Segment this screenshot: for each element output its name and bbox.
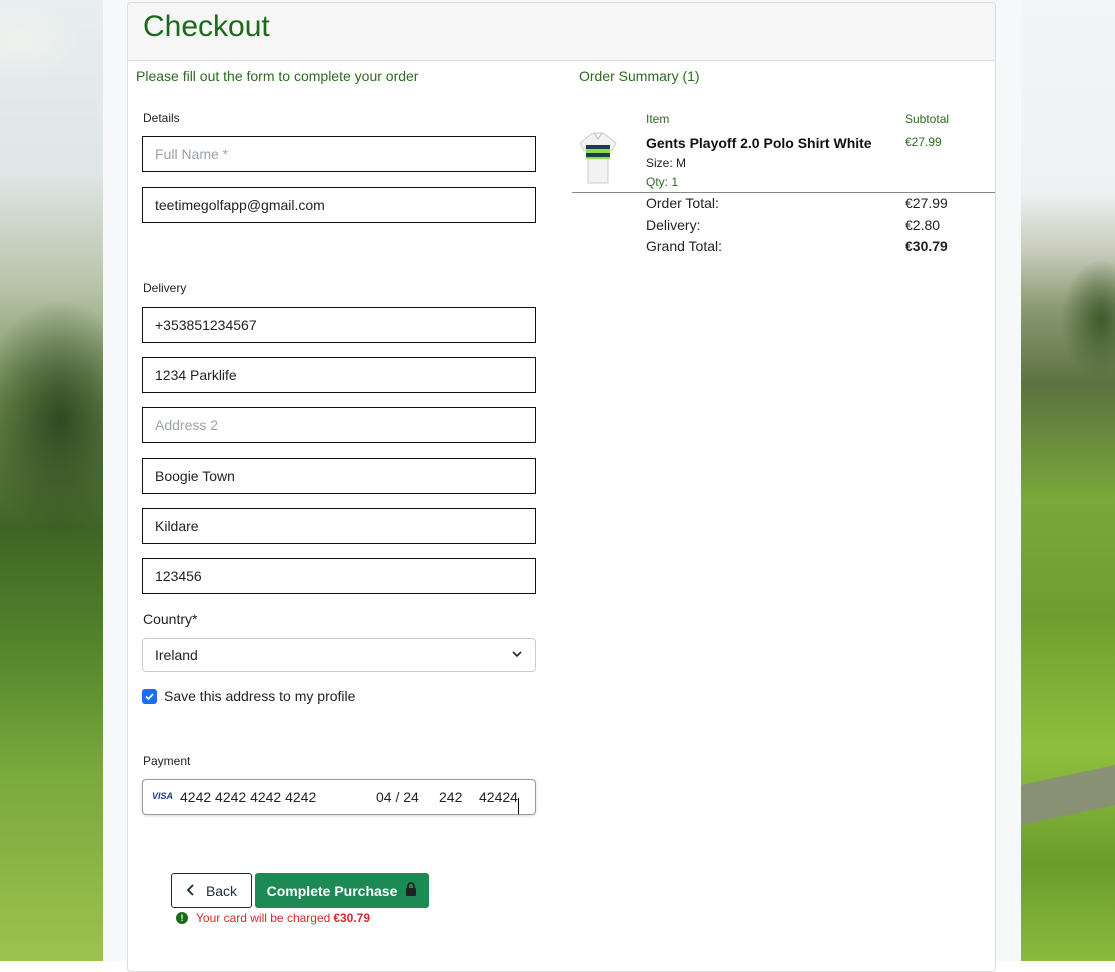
- charge-note: ! Your card will be charged €30.79: [176, 911, 370, 925]
- delivery-cost-label: Delivery:: [646, 217, 701, 233]
- alert-icon: !: [176, 912, 188, 924]
- address1-field[interactable]: 1234 Parklife: [142, 357, 536, 393]
- summary-subtotal-header: Subtotal: [905, 112, 950, 126]
- chevron-left-icon: [186, 883, 196, 899]
- card-zip[interactable]: 42424: [479, 789, 519, 814]
- county-field[interactable]: Kildare: [142, 508, 536, 544]
- delivery-cost-value: €2.80: [905, 217, 941, 233]
- summary-divider: [572, 192, 995, 193]
- product-qty: Qty: 1: [646, 175, 679, 189]
- check-icon: [145, 692, 154, 700]
- product-subtotal: €27.99: [905, 135, 942, 149]
- background-scenery-right: [1021, 0, 1115, 961]
- order-summary-title: Order Summary (1): [579, 68, 700, 84]
- charge-note-text: Your card will be charged: [196, 911, 331, 925]
- postcode-field[interactable]: 123456: [142, 558, 536, 594]
- town-field[interactable]: Boogie Town: [142, 458, 536, 494]
- phone-field[interactable]: +353851234567: [142, 307, 536, 343]
- summary-item-header: Item: [646, 112, 670, 126]
- email-field[interactable]: teetimegolfapp@gmail.com: [142, 187, 536, 223]
- complete-purchase-label: Complete Purchase: [266, 882, 398, 899]
- background-scenery-left: [0, 0, 103, 961]
- product-name: Gents Playoff 2.0 Polo Shirt White: [646, 135, 872, 151]
- complete-purchase-button[interactable]: Complete Purchase: [255, 873, 429, 908]
- chevron-down-icon: [511, 647, 523, 663]
- details-section-label: Details: [143, 111, 180, 125]
- card-header: Checkout: [128, 3, 995, 61]
- card-expiry[interactable]: 04 / 24: [376, 789, 419, 805]
- card-input[interactable]: VISA 4242 4242 4242 4242 04 / 24 242 424…: [142, 779, 536, 815]
- form-intro-text: Please fill out the form to complete you…: [136, 68, 419, 84]
- grand-total-value: €30.79: [905, 238, 948, 254]
- order-total-label: Order Total:: [646, 195, 719, 211]
- charge-amount: €30.79: [333, 911, 371, 925]
- delivery-section-label: Delivery: [143, 281, 187, 295]
- order-total-value: €27.99: [905, 195, 948, 211]
- country-value: Ireland: [155, 647, 198, 663]
- back-button[interactable]: Back: [171, 873, 252, 908]
- save-address-checkbox[interactable]: [142, 688, 157, 704]
- address2-field[interactable]: Address 2: [142, 407, 536, 443]
- product-image: [578, 131, 618, 185]
- visa-icon: VISA: [152, 791, 174, 801]
- grand-total-label: Grand Total:: [646, 238, 723, 254]
- save-address-row: Save this address to my profile: [142, 688, 355, 704]
- card-number[interactable]: 4242 4242 4242 4242: [180, 789, 316, 805]
- save-address-label: Save this address to my profile: [164, 688, 356, 704]
- page-title: Checkout: [143, 10, 270, 43]
- full-name-field[interactable]: Full Name *: [142, 136, 536, 172]
- lock-icon: [405, 882, 417, 899]
- card-cvc[interactable]: 242: [439, 789, 462, 805]
- country-select[interactable]: Ireland: [142, 638, 536, 672]
- country-label: Country*: [143, 611, 198, 627]
- back-button-label: Back: [205, 882, 238, 899]
- product-size: Size: M: [646, 156, 687, 170]
- payment-section-label: Payment: [143, 754, 191, 768]
